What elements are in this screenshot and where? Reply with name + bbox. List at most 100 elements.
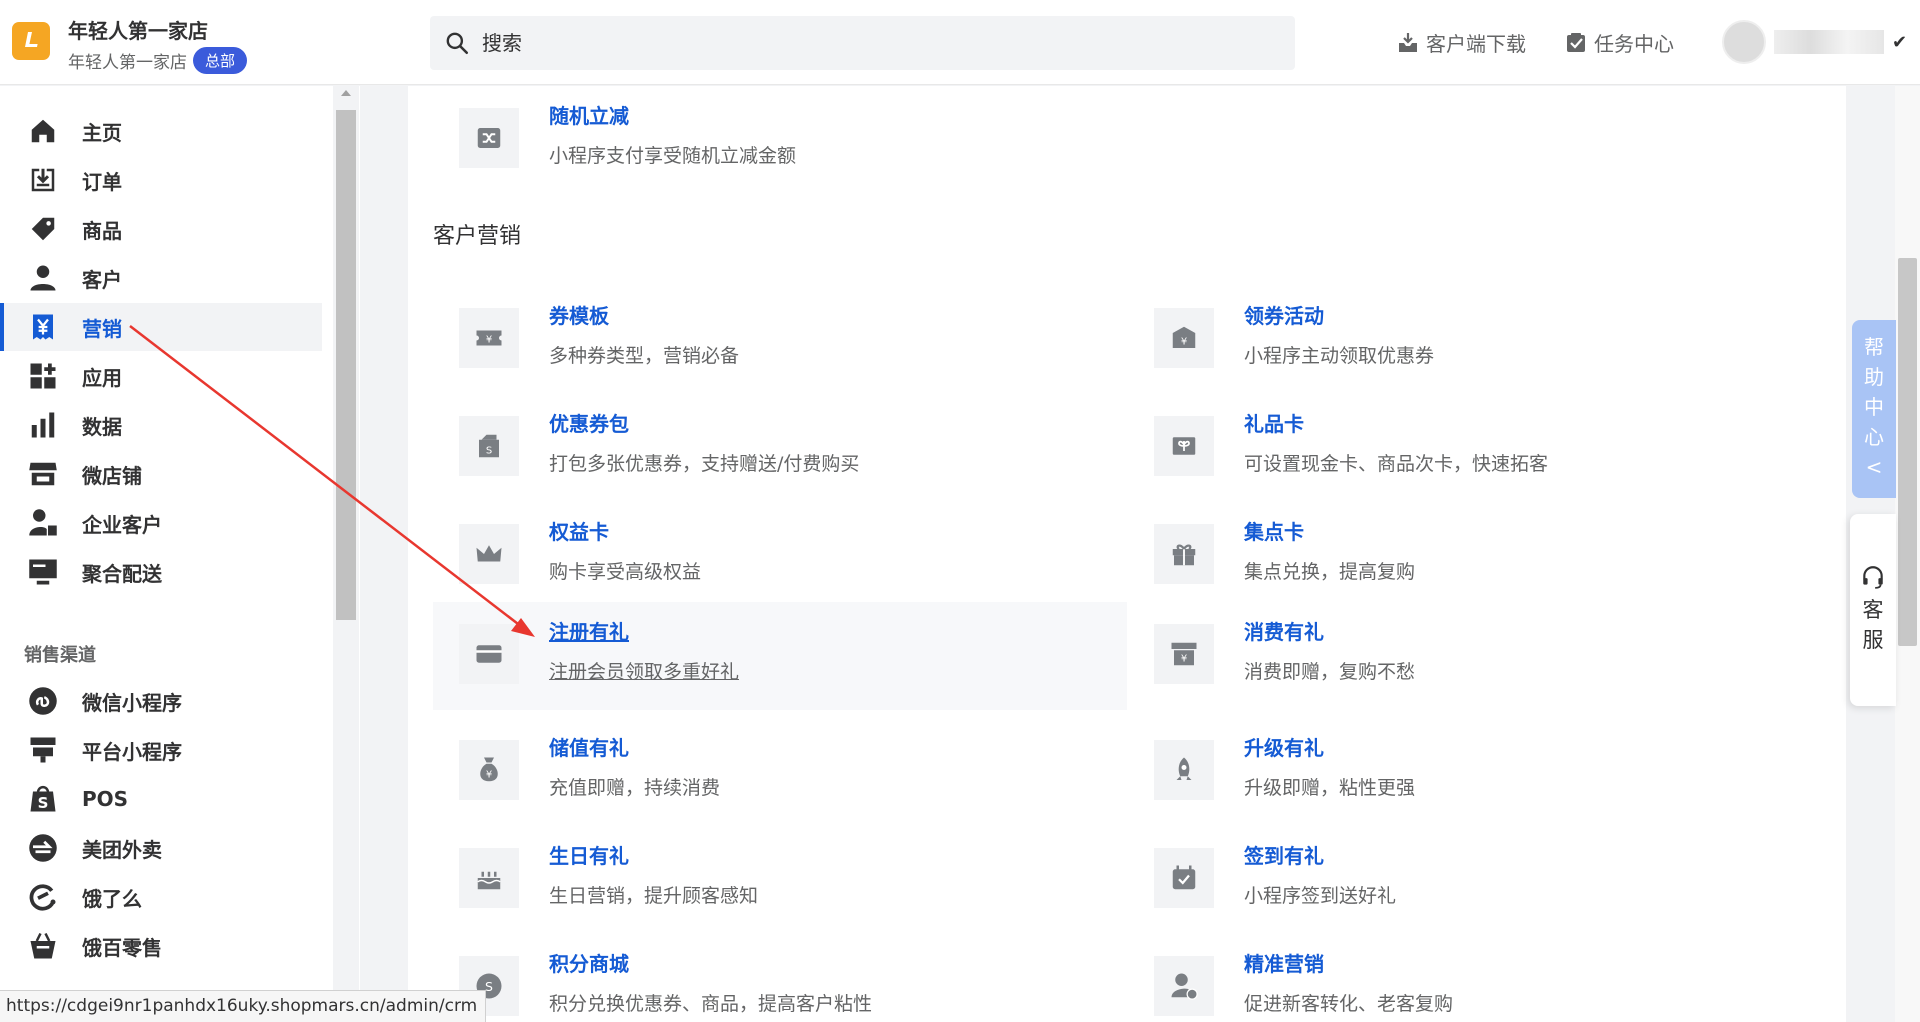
tool-recharge-gift[interactable]: ¥ 储值有礼 充值即赠，持续消费 <box>433 718 1127 826</box>
cs-char: 客 <box>1862 598 1884 622</box>
sidebar-item-delivery[interactable]: 聚合配送 <box>0 548 322 596</box>
sidebar-item-data[interactable]: 数据 <box>0 401 322 449</box>
tool-title[interactable]: 签到有礼 <box>1244 840 1396 869</box>
sidebar-item-meituan[interactable]: 美团外卖 <box>0 824 322 872</box>
status-url-bar: https://cdgei9nr1panhdx16uky.shopmars.cn… <box>0 990 487 1022</box>
tool-title[interactable]: 领券活动 <box>1244 300 1434 329</box>
shop-name[interactable]: 年轻人第一家店 <box>68 15 208 44</box>
crown-icon <box>476 545 502 562</box>
tool-icon-box <box>459 524 519 584</box>
search-input[interactable] <box>482 31 1262 55</box>
meituan-icon <box>29 834 57 862</box>
tool-desc: 集点兑换，提高复购 <box>1244 561 1416 583</box>
sidebar-item-orders[interactable]: 订单 <box>0 156 322 204</box>
task-center-link[interactable]: 任务中心 <box>1564 28 1674 57</box>
tool-text: 随机立减 小程序支付享受随机立减金额 <box>549 100 796 168</box>
sidebar-item-label: 企业客户 <box>82 512 162 537</box>
tool-checkin-gift[interactable]: 签到有礼 小程序签到送好礼 <box>1128 826 1822 934</box>
user-icon <box>30 265 56 291</box>
sidebar-item-goods[interactable]: 商品 <box>0 205 322 253</box>
tool-title[interactable]: 集点卡 <box>1244 516 1415 545</box>
tool-title[interactable]: 券模板 <box>549 300 739 329</box>
help-char: 心 <box>1864 425 1884 449</box>
tool-desc: 小程序主动领取优惠券 <box>1244 345 1435 367</box>
tool-title[interactable]: 注册有礼 <box>549 616 739 645</box>
gift-card-icon <box>1172 437 1196 455</box>
tool-desc: 生日营销，提升顾客感知 <box>549 885 759 907</box>
cake-icon <box>477 871 501 890</box>
tool-coupon-pack[interactable]: S 优惠券包 打包多张优惠券，支持赠送/付费购买 <box>433 394 1127 502</box>
tool-consume-gift[interactable]: ¥ 消费有礼 消费即赠，复购不愁 <box>1128 602 1822 710</box>
tool-random-discount[interactable]: 随机立减 小程序支付享受随机立减金额 <box>433 86 1127 194</box>
tool-icon-box: ¥ <box>459 308 519 368</box>
tool-precise-marketing[interactable]: 精准营销 促进新客转化、老客复购 <box>1128 934 1822 1022</box>
sidebar-item-pos[interactable]: S POS <box>0 775 322 823</box>
svg-text:¥: ¥ <box>486 334 492 345</box>
svg-text:S: S <box>38 794 49 812</box>
tool-coupon-template[interactable]: ¥ 券模板 多种券类型，营销必备 <box>433 286 1127 394</box>
sidebar-item-home[interactable]: 主页 <box>0 107 322 155</box>
avatar[interactable] <box>1722 20 1766 64</box>
tool-title[interactable]: 精准营销 <box>1244 948 1453 977</box>
tool-icon-box <box>459 848 519 908</box>
help-char: 帮 <box>1864 335 1884 359</box>
help-center-tab[interactable]: 帮 助 中 心 < <box>1852 320 1896 498</box>
tool-title[interactable]: 储值有礼 <box>549 732 720 761</box>
tool-title[interactable]: 随机立减 <box>549 100 796 129</box>
sidebar-item-label: 商品 <box>82 218 122 243</box>
tool-title[interactable]: 升级有礼 <box>1244 732 1415 761</box>
tool-title[interactable]: 礼品卡 <box>1244 408 1548 437</box>
search-box[interactable] <box>430 16 1295 70</box>
tool-gift-card[interactable]: 礼品卡 可设置现金卡、商品次卡，快速拓客 <box>1128 394 1822 502</box>
money-bag-icon: ¥ <box>480 757 498 782</box>
sidebar-item-platform-miniapp[interactable]: 平台小程序 <box>0 726 322 774</box>
store-icon <box>29 462 57 486</box>
tool-points-mall[interactable]: S 积分商城 积分兑换优惠券、商品，提高客户粘性 <box>433 934 1127 1022</box>
user-menu[interactable]: ✔ <box>1722 20 1907 64</box>
sidebar-item-label: 聚合配送 <box>82 561 162 586</box>
tool-upgrade-gift[interactable]: 升级有礼 升级即赠，粘性更强 <box>1128 718 1822 826</box>
sidebar-item-ebai-retail[interactable]: 饿百零售 <box>0 922 322 970</box>
page-scroll-thumb[interactable] <box>1898 258 1917 646</box>
sidebar-item-micro-store[interactable]: 微店铺 <box>0 450 322 498</box>
page-scrollbar[interactable] <box>1895 86 1920 1022</box>
tool-text: 消费有礼 消费即赠，复购不愁 <box>1244 616 1415 684</box>
target-user-icon <box>1171 973 1198 1000</box>
sidebar-item-label: 微信小程序 <box>82 690 182 715</box>
tool-desc: 积分兑换优惠券、商品，提高客户粘性 <box>549 993 873 1015</box>
scroll-up-icon[interactable] <box>341 90 351 96</box>
sales-channel-section-title: 销售渠道 <box>24 645 96 666</box>
tool-title[interactable]: 消费有礼 <box>1244 616 1415 645</box>
tool-birthday-gift[interactable]: 生日有礼 生日营销，提升顾客感知 <box>433 826 1127 934</box>
sidebar-item-apps[interactable]: 应用 <box>0 352 322 400</box>
tool-coupon-collect[interactable]: ¥ 领券活动 小程序主动领取优惠券 <box>1128 286 1822 394</box>
sidebar-item-marketing[interactable]: 营销 <box>0 303 322 351</box>
sidebar-scrollbar[interactable] <box>333 86 359 1022</box>
sidebar-scroll-thumb[interactable] <box>336 110 356 620</box>
tool-points-card[interactable]: 集点卡 集点兑换，提高复购 <box>1128 502 1822 610</box>
sidebar-item-label: 美团外卖 <box>82 837 162 862</box>
ebai-retail-icon <box>30 932 56 959</box>
tool-desc: 小程序支付享受随机立减金额 <box>549 145 797 167</box>
tool-title[interactable]: 生日有礼 <box>549 840 758 869</box>
tool-title[interactable]: 积分商城 <box>549 948 872 977</box>
tool-icon-box <box>1154 740 1214 800</box>
shop-logo-icon[interactable] <box>12 22 50 60</box>
tool-title[interactable]: 优惠券包 <box>549 408 859 437</box>
customer-service-tab[interactable]: 客 服 <box>1850 514 1896 706</box>
tool-icon-box: ¥ <box>1154 308 1214 368</box>
sidebar-item-wechat-miniapp[interactable]: 微信小程序 <box>0 677 322 725</box>
tool-icon-box <box>459 624 519 684</box>
chevron-left-icon[interactable]: < <box>1866 452 1883 482</box>
sidebar-item-eleme[interactable]: 饿了么 <box>0 873 322 921</box>
tool-register-gift[interactable]: 注册有礼 注册会员领取多重好礼 <box>433 602 1127 710</box>
tool-benefit-card[interactable]: 权益卡 购卡享受高级权益 <box>433 502 1127 610</box>
sidebar-item-enterprise-customers[interactable]: 企业客户 <box>0 499 322 547</box>
client-download-link[interactable]: 客户端下载 <box>1396 28 1526 57</box>
tool-title[interactable]: 权益卡 <box>549 516 701 545</box>
sidebar-item-label: 饿百零售 <box>82 935 162 960</box>
enterprise-user-icon <box>29 509 57 536</box>
sidebar-item-customers[interactable]: 客户 <box>0 254 322 302</box>
chevron-down-icon[interactable]: ✔ <box>1892 32 1907 53</box>
home-icon <box>31 119 55 143</box>
